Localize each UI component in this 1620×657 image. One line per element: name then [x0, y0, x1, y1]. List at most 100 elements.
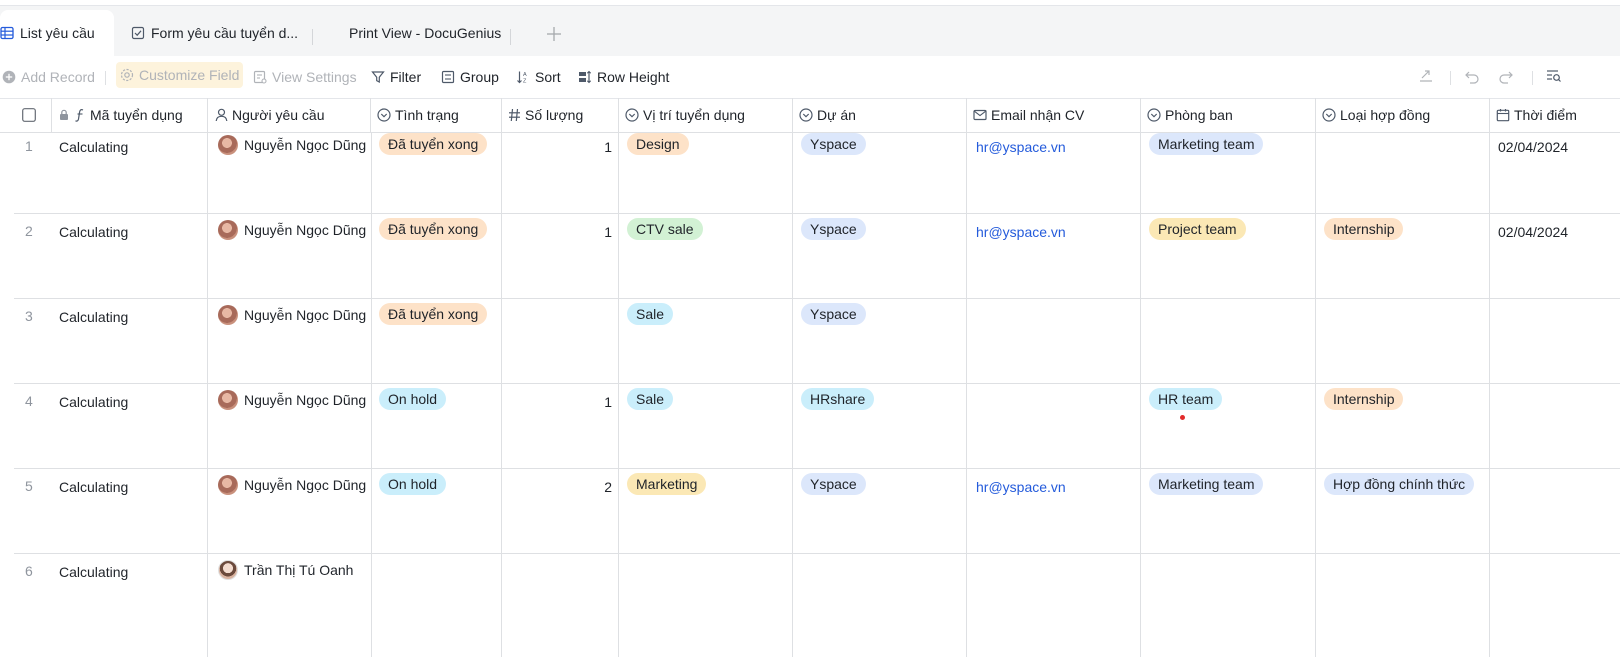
column-header-loai-hop-dong[interactable]: Loại hợp đồng [1316, 98, 1490, 133]
contract-tag: Internship [1324, 218, 1404, 240]
tab-form-yeu-cau[interactable]: Form yêu cầu tuyển d... [131, 10, 298, 56]
column-header-thoi-diem[interactable]: Thời điểm [1490, 98, 1620, 133]
cell-vi-tri[interactable]: Design [627, 133, 689, 155]
cell-du-an[interactable]: Yspace [801, 303, 866, 325]
svg-text:A: A [523, 72, 527, 78]
position-tag: Sale [627, 388, 674, 410]
select-all-checkbox[interactable] [22, 108, 36, 122]
avatar [218, 390, 238, 410]
tab-print-view[interactable]: Print View - DocuGenius [349, 10, 501, 56]
column-header-phong-ban[interactable]: Phòng ban [1141, 98, 1316, 133]
filter-button[interactable]: Filter [371, 66, 421, 88]
cell-ma-tuyen-dung[interactable]: Calculating [59, 139, 128, 155]
cell-du-an[interactable]: Yspace [801, 218, 866, 240]
cell-tinh-trang[interactable]: On hold [379, 388, 447, 410]
cell-so-luong[interactable]: 1 [502, 394, 612, 410]
cell-vi-tri[interactable]: Sale [627, 388, 674, 410]
department-tag: Project team [1149, 218, 1246, 240]
status-tag: Đã tuyển xong [379, 218, 488, 240]
cell-phong-ban[interactable]: HR team [1149, 388, 1223, 410]
records-grid: Mã tuyển dụng Người yêu cầu Tình trạng S… [0, 98, 1620, 657]
column-divider [1315, 133, 1316, 657]
department-tag: Marketing team [1149, 133, 1264, 155]
cell-nguoi-yeu-cau[interactable]: Nguyễn Ngọc Dũng [218, 135, 366, 155]
row-height-button[interactable]: Row Height [578, 66, 669, 88]
column-label: Số lượng [525, 107, 584, 123]
add-tab-plus-icon[interactable] [546, 26, 562, 46]
cell-nguoi-yeu-cau[interactable]: Trần Thị Tú Oanh [218, 560, 353, 580]
cell-nguoi-yeu-cau[interactable]: Nguyễn Ngọc Dũng [218, 475, 366, 495]
column-label: Tình trạng [395, 107, 459, 123]
column-label: Loại hợp đồng [1340, 107, 1431, 123]
cell-nguoi-yeu-cau[interactable]: Nguyễn Ngọc Dũng [218, 390, 366, 410]
cursor-marker [1180, 415, 1185, 420]
cell-phong-ban[interactable]: Marketing team [1149, 133, 1264, 155]
cell-so-luong[interactable]: 2 [502, 479, 612, 495]
column-label: Thời điểm [1514, 107, 1577, 123]
cell-ma-tuyen-dung[interactable]: Calculating [59, 309, 128, 325]
cell-phong-ban[interactable]: Project team [1149, 218, 1246, 240]
column-header-so-luong[interactable]: Số lượng [502, 98, 619, 133]
column-header-nguoi-yeu-cau[interactable]: Người yêu cầu [208, 98, 371, 133]
cell-vi-tri[interactable]: CTV sale [627, 218, 703, 240]
person-icon [215, 108, 228, 122]
redo-icon[interactable] [1498, 68, 1514, 89]
cell-email-link[interactable]: hr@yspace.vn [976, 479, 1066, 495]
row-divider [14, 383, 1620, 384]
cell-vi-tri[interactable]: Marketing [627, 473, 707, 495]
select-all-header [0, 98, 52, 133]
cell-du-an[interactable]: HRshare [801, 388, 875, 410]
cell-loai-hop-dong[interactable]: Hợp đồng chính thức [1324, 473, 1475, 495]
cell-du-an[interactable]: Yspace [801, 473, 866, 495]
avatar [218, 135, 238, 155]
cell-nguoi-yeu-cau[interactable]: Nguyễn Ngọc Dũng [218, 305, 366, 325]
column-header-tinh-trang[interactable]: Tình trạng [371, 98, 502, 133]
cell-phong-ban[interactable]: Marketing team [1149, 473, 1264, 495]
lock-icon [60, 109, 68, 120]
cell-ma-tuyen-dung[interactable]: Calculating [59, 224, 128, 240]
cell-email-link[interactable]: hr@yspace.vn [976, 139, 1066, 155]
group-button[interactable]: Group [441, 66, 499, 88]
cell-ma-tuyen-dung[interactable]: Calculating [59, 394, 128, 410]
column-header-du-an[interactable]: Dự án [793, 98, 967, 133]
cell-so-luong[interactable]: 1 [502, 139, 612, 155]
position-tag: CTV sale [627, 218, 703, 240]
cell-thoi-diem[interactable]: 02/04/2024 [1498, 224, 1568, 240]
undo-icon[interactable] [1464, 68, 1480, 89]
column-divider [371, 133, 372, 657]
tab-list-yeu-cau[interactable]: List yêu cầu [0, 10, 114, 56]
cell-email-link[interactable]: hr@yspace.vn [976, 224, 1066, 240]
column-header-ma-tuyen-dung[interactable]: Mã tuyển dụng [52, 98, 208, 133]
cell-thoi-diem[interactable]: 02/04/2024 [1498, 139, 1568, 155]
cell-tinh-trang[interactable]: Đã tuyển xong [379, 303, 488, 325]
column-label: Dự án [817, 107, 856, 123]
cell-tinh-trang[interactable]: Đã tuyển xong [379, 218, 488, 240]
cell-so-luong[interactable]: 1 [502, 224, 612, 240]
person-name: Nguyễn Ngọc Dũng [244, 392, 367, 408]
tab-divider [510, 29, 511, 45]
department-tag: HR team [1149, 388, 1223, 410]
view-settings-button[interactable]: View Settings [253, 66, 357, 88]
customize-field-button[interactable]: Customize Field [116, 62, 244, 88]
single-select-icon [625, 108, 639, 122]
sort-button[interactable]: AZ Sort [516, 66, 561, 88]
cell-nguoi-yeu-cau[interactable]: Nguyễn Ngọc Dũng [218, 220, 366, 240]
cell-loai-hop-dong[interactable]: Internship [1324, 388, 1404, 410]
cell-ma-tuyen-dung[interactable]: Calculating [59, 479, 128, 495]
column-divider [1140, 133, 1141, 657]
add-record-button[interactable]: Add Record [2, 66, 95, 88]
toolbar-divider [105, 71, 106, 85]
cell-loai-hop-dong[interactable]: Internship [1324, 218, 1404, 240]
share-icon[interactable] [1418, 68, 1434, 89]
gear-icon [120, 68, 134, 82]
cell-tinh-trang[interactable]: On hold [379, 473, 447, 495]
row-divider [14, 213, 1620, 214]
cell-ma-tuyen-dung[interactable]: Calculating [59, 564, 128, 580]
cell-tinh-trang[interactable]: Đã tuyển xong [379, 133, 488, 155]
cell-vi-tri[interactable]: Sale [627, 303, 674, 325]
cell-du-an[interactable]: Yspace [801, 133, 866, 155]
column-header-email[interactable]: Email nhận CV [967, 98, 1141, 133]
search-records-icon[interactable] [1546, 68, 1562, 89]
status-tag: Đã tuyển xong [379, 133, 488, 155]
column-header-vi-tri[interactable]: Vị trí tuyển dụng [619, 98, 793, 133]
